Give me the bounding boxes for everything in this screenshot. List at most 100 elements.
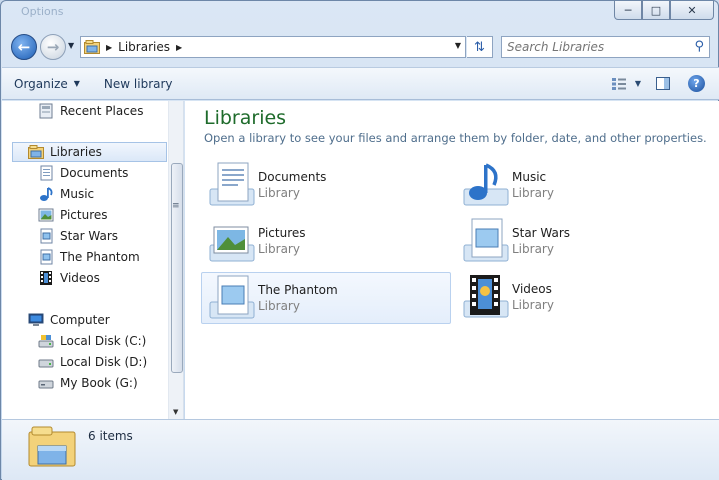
library-icon [40,249,53,265]
nav-item-label: Computer [50,313,110,327]
generic-library-icon [463,218,509,262]
page-subtitle: Open a library to see your files and arr… [204,131,707,145]
help-button[interactable]: ? [688,75,705,92]
nav-item-label: My Book (G:) [60,376,138,390]
nav-item-label: Local Disk (C:) [60,334,147,348]
nav-item-label: Videos [60,271,100,285]
nav-item-the-phantom[interactable]: The Phantom [38,247,140,267]
library-tile-music[interactable]: Music Library [456,159,706,211]
nav-scrollbar[interactable]: ≡ ▼ [168,101,183,419]
nav-item-music[interactable]: Music [38,184,94,204]
nav-item-documents[interactable]: Documents [38,163,128,183]
nav-item-my-book-g[interactable]: My Book (G:) [38,373,138,393]
disk-icon [38,359,54,368]
breadcrumb-chevron-icon[interactable]: ▶ [176,43,182,52]
organize-label: Organize [14,76,68,91]
explorer-window: Options ─ □ ✕ ← → ▼ ▶ Libraries ▶ ▼ ⇅ ⚲ [0,0,719,480]
disk-icon [38,380,54,389]
preview-pane-icon [656,77,670,90]
grip-icon: ≡ [172,201,180,211]
nav-item-recent-places[interactable]: Recent Places [38,101,143,121]
command-bar-right: ▼ ? [606,68,719,99]
breadcrumb-libraries[interactable]: Libraries [118,40,170,54]
library-icon [40,228,53,244]
search-box[interactable]: ⚲ [501,36,710,58]
library-tile-pictures[interactable]: Pictures Library [202,215,452,267]
address-bar[interactable]: ▶ Libraries ▶ ▼ [80,36,466,58]
nav-item-pictures[interactable]: Pictures [38,205,108,225]
music-icon [40,187,53,201]
tile-text: Documents Library [258,170,326,200]
organize-button[interactable]: Organize ▼ [2,68,92,99]
nav-item-label: Local Disk (D:) [60,355,148,369]
search-icon[interactable]: ⚲ [694,39,704,54]
pictures-icon [38,208,54,222]
nav-item-label: Music [60,187,95,201]
page-title: Libraries [204,107,287,129]
back-button[interactable]: ← [11,34,37,60]
new-library-button[interactable]: New library [92,68,185,99]
maximize-button[interactable]: □ [642,1,670,20]
scroll-down-icon[interactable]: ▼ [173,408,178,416]
view-icon [611,77,626,90]
address-row: ← → ▼ ▶ Libraries ▶ ▼ ⇅ ⚲ [1,31,718,63]
window-title: Options [21,5,64,18]
library-name: Videos [512,282,552,296]
library-name: Documents [258,170,327,184]
nav-item-libraries[interactable]: Libraries [12,142,167,162]
address-dropdown-icon[interactable]: ▼ [455,41,461,50]
nav-item-label: The Phantom [60,250,140,264]
change-view-button[interactable]: ▼ [606,77,646,91]
window-controls: ─ □ ✕ [614,1,714,20]
forward-button[interactable]: → [40,34,66,60]
library-type: Library [512,298,554,312]
new-library-label: New library [103,76,173,91]
tile-text: Videos Library [512,282,554,312]
library-type: Library [512,186,554,200]
close-button[interactable]: ✕ [670,1,714,20]
nav-item-label: Documents [60,166,129,180]
preview-pane-button[interactable] [646,77,680,90]
nav-item-label: Recent Places [60,104,144,118]
libraries-folder-icon [28,426,76,467]
nav-item-label: Pictures [60,208,108,222]
library-name: Pictures [258,226,306,240]
library-type: Library [512,242,554,256]
library-tile-star-wars[interactable]: Star Wars Library [456,215,706,267]
library-tile-videos[interactable]: Videos Library [456,271,706,323]
nav-item-videos[interactable]: Videos [38,268,100,288]
details-pane: 6 items [2,419,719,480]
search-input[interactable] [507,40,687,54]
refresh-button[interactable]: ⇅ [467,36,493,58]
library-tile-the-phantom[interactable]: The Phantom Library [201,272,451,324]
videos-icon [40,271,52,285]
documents-icon [40,165,53,181]
library-name: The Phantom [258,283,338,297]
library-type: Library [258,242,300,256]
recent-pages-dropdown[interactable]: ▼ [68,41,78,53]
title-bar[interactable]: Options ─ □ ✕ [1,1,718,25]
chevron-down-icon[interactable]: ▼ [635,79,641,88]
tile-text: Star Wars Library [512,226,570,256]
nav-item-label: Libraries [50,145,102,159]
music-library-icon [463,163,509,206]
computer-icon [28,313,44,326]
library-tile-documents[interactable]: Documents Library [202,159,452,211]
nav-item-local-disk-c[interactable]: Local Disk (C:) [38,331,146,351]
library-type: Library [258,186,300,200]
disk-icon [38,335,54,348]
nav-item-computer[interactable]: Computer [28,310,110,330]
scrollbar-thumb[interactable] [171,163,183,373]
minimize-button[interactable]: ─ [614,1,642,20]
nav-item-local-disk-d[interactable]: Local Disk (D:) [38,352,147,372]
back-arrow-icon: ← [17,38,31,56]
content-pane[interactable]: Libraries Open a library to see your fil… [185,101,719,419]
item-count: 6 items [88,429,133,443]
generic-library-icon [209,275,255,319]
recent-places-icon [39,103,53,119]
navigation-pane[interactable]: Recent Places Libraries Documents Music … [2,101,184,419]
libraries-icon [84,40,100,54]
libraries-icon [28,145,44,159]
nav-item-star-wars[interactable]: Star Wars [38,226,118,246]
breadcrumb-chevron-icon[interactable]: ▶ [106,43,112,52]
